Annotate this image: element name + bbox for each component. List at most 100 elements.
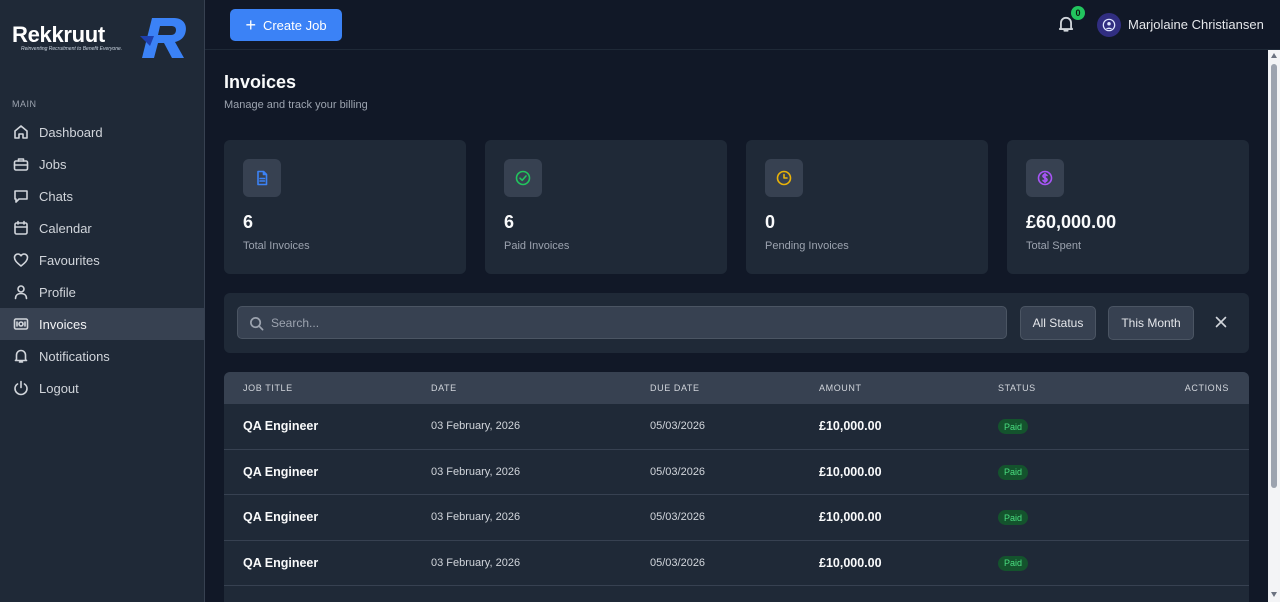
invoice-icon <box>13 316 29 332</box>
sidebar-item-label: Notifications <box>39 348 110 364</box>
sidebar-item-label: Logout <box>39 380 79 396</box>
sidebar-item-chats[interactable]: Chats <box>0 180 204 212</box>
create-job-button[interactable]: + Create Job <box>230 9 342 41</box>
amount-cell: £10,000.00 <box>819 555 882 570</box>
dollar-circle-icon <box>1026 159 1064 197</box>
brand-logo[interactable]: Rekkruut Reinventing Recruitment to Bene… <box>12 14 192 64</box>
column-header-date[interactable]: DATE <box>431 383 457 393</box>
column-header-status[interactable]: STATUS <box>998 383 1036 393</box>
table-row[interactable]: QA Engineer 03 February, 2026 05/03/2026… <box>224 450 1249 495</box>
brand-tagline: Reinventing Recruitment to Benefit Every… <box>21 46 123 52</box>
power-icon <box>13 380 29 396</box>
page-scrollbar[interactable] <box>1268 50 1280 602</box>
avatar[interactable] <box>1097 13 1121 37</box>
scroll-down-arrow-icon[interactable] <box>1271 592 1277 597</box>
document-icon <box>243 159 281 197</box>
due-date-cell: 05/03/2026 <box>650 556 706 569</box>
status-badge: Paid <box>998 510 1029 525</box>
date-cell: 03 February, 2026 <box>431 511 521 523</box>
nav-section-label: MAIN <box>12 99 37 109</box>
amount-cell: £10,000.00 <box>819 510 882 524</box>
job-title-cell: QA Engineer <box>243 555 319 570</box>
sidebar-nav: Dashboard Jobs Chats Calendar Favourites… <box>0 116 204 404</box>
table-row[interactable]: QA Engineer 03 February, 2026 05/03/2026… <box>224 495 1249 541</box>
due-date-cell: 05/03/2026 <box>650 511 706 523</box>
plus-icon: + <box>245 15 256 35</box>
user-icon <box>13 284 29 300</box>
sidebar-item-invoices[interactable]: Invoices <box>0 308 204 340</box>
amount-cell: £10,000.00 <box>819 419 882 433</box>
sidebar-item-dashboard[interactable]: Dashboard <box>0 116 204 148</box>
heart-icon <box>13 252 29 268</box>
sidebar-item-jobs[interactable]: Jobs <box>0 148 204 180</box>
column-header-job-title[interactable]: JOB TITLE <box>243 383 293 393</box>
table-header: JOB TITLE DATE DUE DATE AMOUNT STATUS AC… <box>224 372 1249 404</box>
due-date-cell: 05/03/2026 <box>650 420 706 432</box>
due-date-cell: 05/03/2026 <box>650 465 706 478</box>
search-icon <box>250 317 264 331</box>
table-row[interactable]: QA Engineer 03 February, 2026 05/03/2026… <box>224 404 1249 450</box>
close-icon[interactable] <box>1214 315 1228 329</box>
sidebar-item-label: Dashboard <box>39 124 103 140</box>
status-badge: Paid <box>998 464 1029 480</box>
job-title-cell: QA Engineer <box>243 464 319 479</box>
check-circle-icon <box>504 159 542 197</box>
period-filter-dropdown[interactable]: This Month <box>1108 306 1194 340</box>
briefcase-icon <box>13 156 29 172</box>
home-icon <box>13 124 29 140</box>
status-badge: Paid <box>998 555 1029 571</box>
sidebar-item-calendar[interactable]: Calendar <box>0 212 204 244</box>
stat-label: Total Invoices <box>243 240 310 252</box>
sidebar-item-profile[interactable]: Profile <box>0 276 204 308</box>
status-filter-dropdown[interactable]: All Status <box>1020 306 1096 340</box>
scroll-up-arrow-icon[interactable] <box>1271 53 1277 58</box>
logo-r-icon <box>140 18 186 58</box>
stat-card-paid-invoices: 6 Paid Invoices <box>485 140 727 274</box>
sidebar-item-label: Chats <box>39 188 73 204</box>
sidebar-item-label: Calendar <box>39 220 92 236</box>
stat-label: Paid Invoices <box>504 240 570 252</box>
chat-icon <box>13 188 29 204</box>
date-cell: 03 February, 2026 <box>431 556 521 569</box>
sidebar-item-label: Profile <box>39 284 76 300</box>
user-name[interactable]: Marjolaine Christiansen <box>1128 17 1264 32</box>
invoices-table: JOB TITLE DATE DUE DATE AMOUNT STATUS AC… <box>224 372 1249 602</box>
user-circle-icon <box>1102 18 1116 32</box>
stat-card-total-invoices: 6 Total Invoices <box>224 140 466 274</box>
sidebar-item-favourites[interactable]: Favourites <box>0 244 204 276</box>
notification-count-badge: 0 <box>1071 6 1085 20</box>
sidebar-item-label: Invoices <box>39 316 87 332</box>
stat-label: Total Spent <box>1026 240 1082 252</box>
top-bar: + Create Job 0 Marjolaine Christiansen <box>205 0 1280 50</box>
sidebar-item-logout[interactable]: Logout <box>0 372 204 404</box>
page-title: Invoices <box>224 72 297 92</box>
calendar-icon <box>13 220 29 236</box>
column-header-amount[interactable]: AMOUNT <box>819 383 862 393</box>
brand-name: Rekkruut <box>12 22 105 47</box>
filter-bar: All Status This Month <box>224 293 1249 353</box>
date-cell: 03 February, 2026 <box>431 420 521 432</box>
sidebar-item-notifications[interactable]: Notifications <box>0 340 204 372</box>
stat-value: 6 <box>243 212 254 232</box>
search-box[interactable] <box>237 306 1007 339</box>
create-job-label: Create Job <box>262 17 327 33</box>
clock-icon <box>765 159 803 197</box>
scrollbar-thumb[interactable] <box>1271 64 1277 488</box>
stat-value: 6 <box>504 212 515 232</box>
stat-card-pending-invoices: 0 Pending Invoices <box>746 140 988 274</box>
job-title-cell: QA Engineer <box>243 510 319 524</box>
stat-value: 0 <box>765 212 776 232</box>
table-row[interactable]: QA Engineer 03 February, 2026 05/03/2026… <box>224 541 1249 586</box>
stat-card-total-spent: £60,000.00 Total Spent <box>1007 140 1249 274</box>
column-header-due-date[interactable]: DUE DATE <box>650 383 700 393</box>
date-cell: 03 February, 2026 <box>431 465 521 478</box>
stat-label: Pending Invoices <box>765 240 849 252</box>
column-header-actions: ACTIONS <box>1184 383 1229 393</box>
stat-value: £60,000.00 <box>1026 212 1117 232</box>
bell-icon <box>13 348 29 364</box>
status-badge: Paid <box>998 419 1029 434</box>
sidebar: Rekkruut Reinventing Recruitment to Bene… <box>0 0 205 602</box>
search-input[interactable] <box>271 307 1001 338</box>
amount-cell: £10,000.00 <box>819 464 882 479</box>
page-subtitle: Manage and track your billing <box>224 99 368 111</box>
